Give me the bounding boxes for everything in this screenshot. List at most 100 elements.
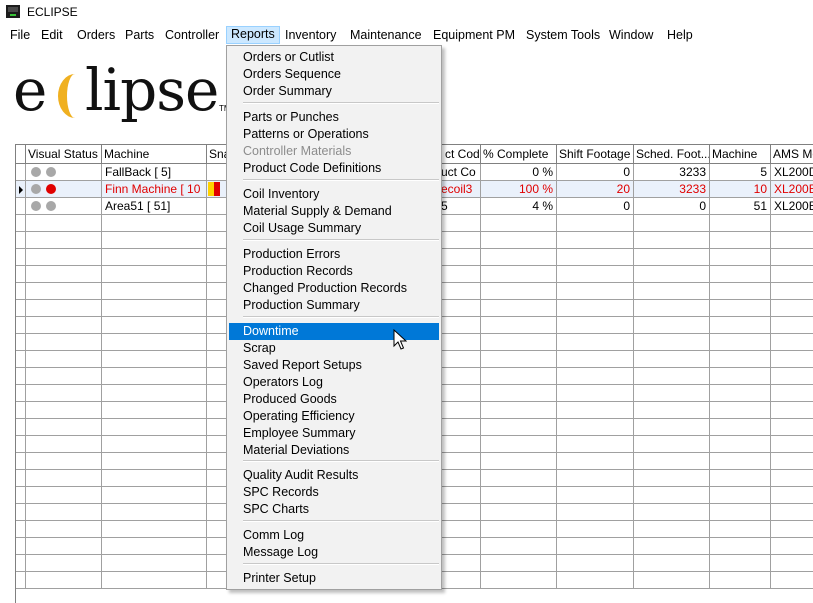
table-cell [26,419,102,436]
table-cell [771,266,813,283]
header-visual-status[interactable]: Visual Status [26,145,102,164]
menu-parts[interactable]: Parts [120,27,159,45]
menu-reports[interactable]: Reports [226,26,280,44]
table-cell [102,572,207,589]
eclipse-logo: e lipse TM [13,56,231,138]
menu-item-controller-materials: Controller Materials [243,144,352,158]
menu-equipment-pm[interactable]: Equipment PM [428,27,520,45]
menu-item-coil-usage-summary[interactable]: Coil Usage Summary [229,220,439,237]
menu-item-production-records[interactable]: Production Records [229,263,439,280]
menu-item-production-errors[interactable]: Production Errors [229,246,439,263]
table-cell [102,487,207,504]
table-cell [634,419,710,436]
window-title: ECLIPSE [27,5,78,19]
table-cell [102,436,207,453]
menu-orders[interactable]: Orders [72,27,120,45]
table-cell [557,215,634,232]
menu-edit[interactable]: Edit [36,27,68,45]
table-cell [710,232,771,249]
status-led-icon [46,201,56,211]
table-cell [557,538,634,555]
reports-dropdown-menu: Orders or Cutlist Orders Sequence Order Su… [226,45,442,590]
table-cell [710,453,771,470]
header-shift-footage[interactable]: Shift Footage [557,145,634,164]
menu-item-production-summary[interactable]: Production Summary [229,297,439,314]
table-cell [26,215,102,232]
table-cell [481,402,557,419]
table-cell [26,385,102,402]
app-icon[interactable] [6,5,20,18]
menu-inventory[interactable]: Inventory [280,27,341,45]
table-cell [481,351,557,368]
table-cell [771,572,813,589]
menu-separator [243,563,439,565]
menu-file[interactable]: File [5,27,35,45]
menu-item-patterns-or-operations[interactable]: Patterns or Operations [229,126,439,143]
menu-item-material-deviations[interactable]: Material Deviations [229,442,439,459]
menu-item-operators-log[interactable]: Operators Log [229,374,439,391]
menu-item-orders-sequence[interactable]: Orders Sequence [229,66,439,83]
table-cell [26,334,102,351]
header-machine[interactable]: Machine [102,145,207,164]
table-cell [102,504,207,521]
table-cell [481,504,557,521]
table-cell [102,521,207,538]
menu-separator [243,239,439,241]
menu-item-product-code-definitions[interactable]: Product Code Definitions [229,160,439,177]
table-cell [102,300,207,317]
table-cell [26,555,102,572]
header-sched-footage[interactable]: Sched. Foot... [634,145,710,164]
menu-controller[interactable]: Controller [160,27,224,45]
menu-system-tools[interactable]: System Tools [521,27,605,45]
menu-item-employee-summary[interactable]: Employee Summary [229,425,439,442]
table-cell [16,334,26,351]
table-cell [710,300,771,317]
menu-item-downtime[interactable]: Downtime [229,323,439,340]
table-cell [481,470,557,487]
table-cell [557,385,634,402]
table-cell [26,283,102,300]
header-ams-model[interactable]: AMS Mo [771,145,813,164]
title-bar: ECLIPSE [0,0,813,24]
logo-text-lipse: lipse [85,56,219,124]
menu-item-printer-setup[interactable]: Printer Setup [229,570,439,587]
menu-item-changed-production-records[interactable]: Changed Production Records [229,280,439,297]
table-cell [710,504,771,521]
menu-item-order-summary[interactable]: Order Summary [229,83,439,100]
menu-item-comm-log[interactable]: Comm Log [229,527,439,544]
menu-item-scrap[interactable]: Scrap [229,340,439,357]
table-cell [557,521,634,538]
menu-item-message-log[interactable]: Message Log [229,544,439,561]
table-cell [481,487,557,504]
table-cell [102,351,207,368]
menu-item-orders-or-cutlist[interactable]: Orders or Cutlist [229,49,439,66]
table-cell [16,419,26,436]
menu-maintenance[interactable]: Maintenance [345,27,427,45]
table-cell [557,470,634,487]
table-cell [102,266,207,283]
menu-item-saved-report-setups[interactable]: Saved Report Setups [229,357,439,374]
header-machine-num[interactable]: Machine [710,145,771,164]
menu-separator [243,460,439,462]
table-cell [771,538,813,555]
machine-number-cell: 5 [710,164,771,181]
table-cell [634,266,710,283]
menu-help[interactable]: Help [662,27,698,45]
menu-item-quality-audit-results[interactable]: Quality Audit Results [229,467,439,484]
table-cell [557,283,634,300]
ams-model-cell: XL200E [771,181,813,198]
menu-item-coil-inventory[interactable]: Coil Inventory [229,186,439,203]
status-led-icon [31,184,41,194]
machine-name-cell: FallBack [ 5] [102,164,207,181]
table-cell [481,334,557,351]
table-cell [557,402,634,419]
header-percent-complete[interactable]: % Complete [481,145,557,164]
table-cell [557,249,634,266]
menu-window[interactable]: Window [604,27,658,45]
menu-item-operating-efficiency[interactable]: Operating Efficiency [229,408,439,425]
menu-item-spc-charts[interactable]: SPC Charts [229,501,439,518]
menu-item-parts-or-punches[interactable]: Parts or Punches [229,109,439,126]
menu-item-produced-goods[interactable]: Produced Goods [229,391,439,408]
menu-item-spc-records[interactable]: SPC Records [229,484,439,501]
menu-item-material-supply-demand[interactable]: Material Supply & Demand [229,203,439,220]
